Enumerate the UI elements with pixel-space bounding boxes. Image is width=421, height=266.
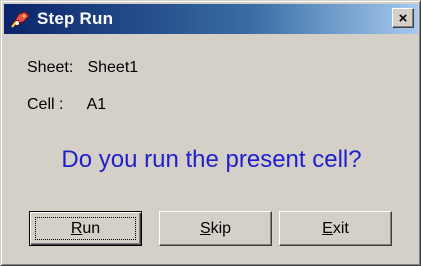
exit-button[interactable]: Exit	[279, 211, 392, 246]
cell-value: A1	[86, 96, 107, 113]
close-button[interactable]: ×	[392, 8, 414, 28]
question-message: Do you run the present cell?	[61, 146, 362, 173]
step-run-dialog: Step Run × Sheet: Sheet1 Cell : A1 Do yo…	[0, 0, 421, 266]
run-button[interactable]: Run	[29, 211, 142, 246]
cell-label: Cell :	[27, 96, 64, 113]
window-title: Step Run	[37, 9, 114, 28]
sheet-value: Sheet1	[87, 59, 139, 76]
exit-button-label: Exit	[322, 219, 349, 237]
run-button-label: Run	[70, 219, 101, 237]
title-bar[interactable]: Step Run ×	[4, 4, 418, 34]
skip-button[interactable]: Skip	[159, 211, 272, 246]
sheet-row: Sheet: Sheet1	[27, 59, 138, 77]
close-icon: ×	[398, 9, 408, 27]
skip-button-label: Skip	[199, 219, 232, 237]
cell-row: Cell : A1	[27, 96, 106, 114]
step-run-app-icon	[10, 8, 32, 30]
sheet-label: Sheet:	[27, 59, 74, 76]
